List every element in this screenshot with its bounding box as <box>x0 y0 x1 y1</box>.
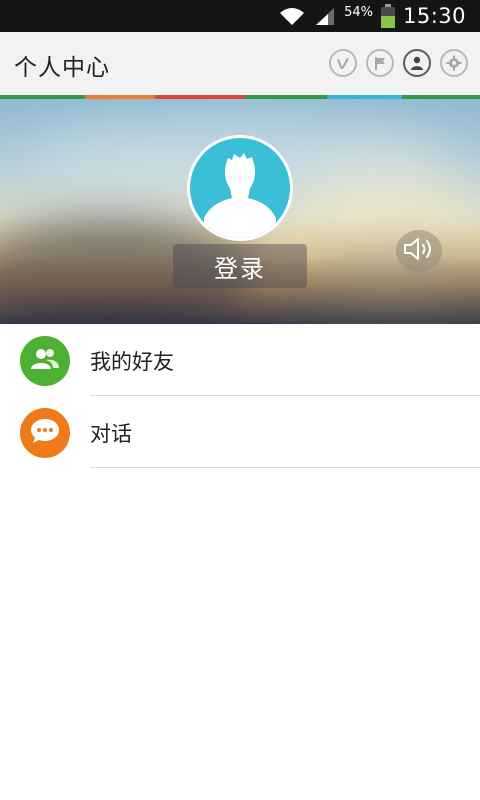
app-header: 个人中心 <box>0 32 480 95</box>
flag-button[interactable] <box>366 49 394 77</box>
list-item-chat[interactable]: 对话 <box>0 396 480 468</box>
vimeo-button[interactable] <box>329 49 357 77</box>
sound-button[interactable] <box>396 230 442 272</box>
page-title: 个人中心 <box>14 55 110 81</box>
profile-button[interactable] <box>403 49 431 77</box>
avatar[interactable] <box>187 135 293 241</box>
header-actions <box>329 49 468 77</box>
signal-icon <box>314 6 336 26</box>
friends-icon-badge <box>20 336 70 386</box>
profile-banner: 登录 <box>0 99 480 324</box>
chat-bubble-icon <box>29 417 61 449</box>
battery-icon <box>380 4 395 28</box>
flag-icon <box>372 55 388 71</box>
chat-icon-badge <box>20 408 70 458</box>
battery-percent: 54% <box>344 4 373 20</box>
menu-list: 我的好友 对话 <box>0 324 480 468</box>
list-item-label: 我的好友 <box>90 350 174 374</box>
speaker-icon <box>402 236 436 266</box>
wifi-icon <box>278 5 306 27</box>
friends-icon <box>30 347 60 375</box>
vimeo-v-icon <box>335 55 351 71</box>
person-icon <box>409 55 425 71</box>
status-time: 15:30 <box>402 4 466 28</box>
status-bar: 54% 15:30 <box>0 0 480 32</box>
default-avatar-icon <box>190 138 290 238</box>
settings-button[interactable] <box>440 49 468 77</box>
login-button[interactable]: 登录 <box>173 244 307 288</box>
divider <box>90 467 480 468</box>
list-item-label: 对话 <box>90 422 132 446</box>
list-item-friends[interactable]: 我的好友 <box>0 324 480 396</box>
status-indicators: 54% 15:30 <box>278 0 466 32</box>
gear-icon <box>446 55 462 71</box>
